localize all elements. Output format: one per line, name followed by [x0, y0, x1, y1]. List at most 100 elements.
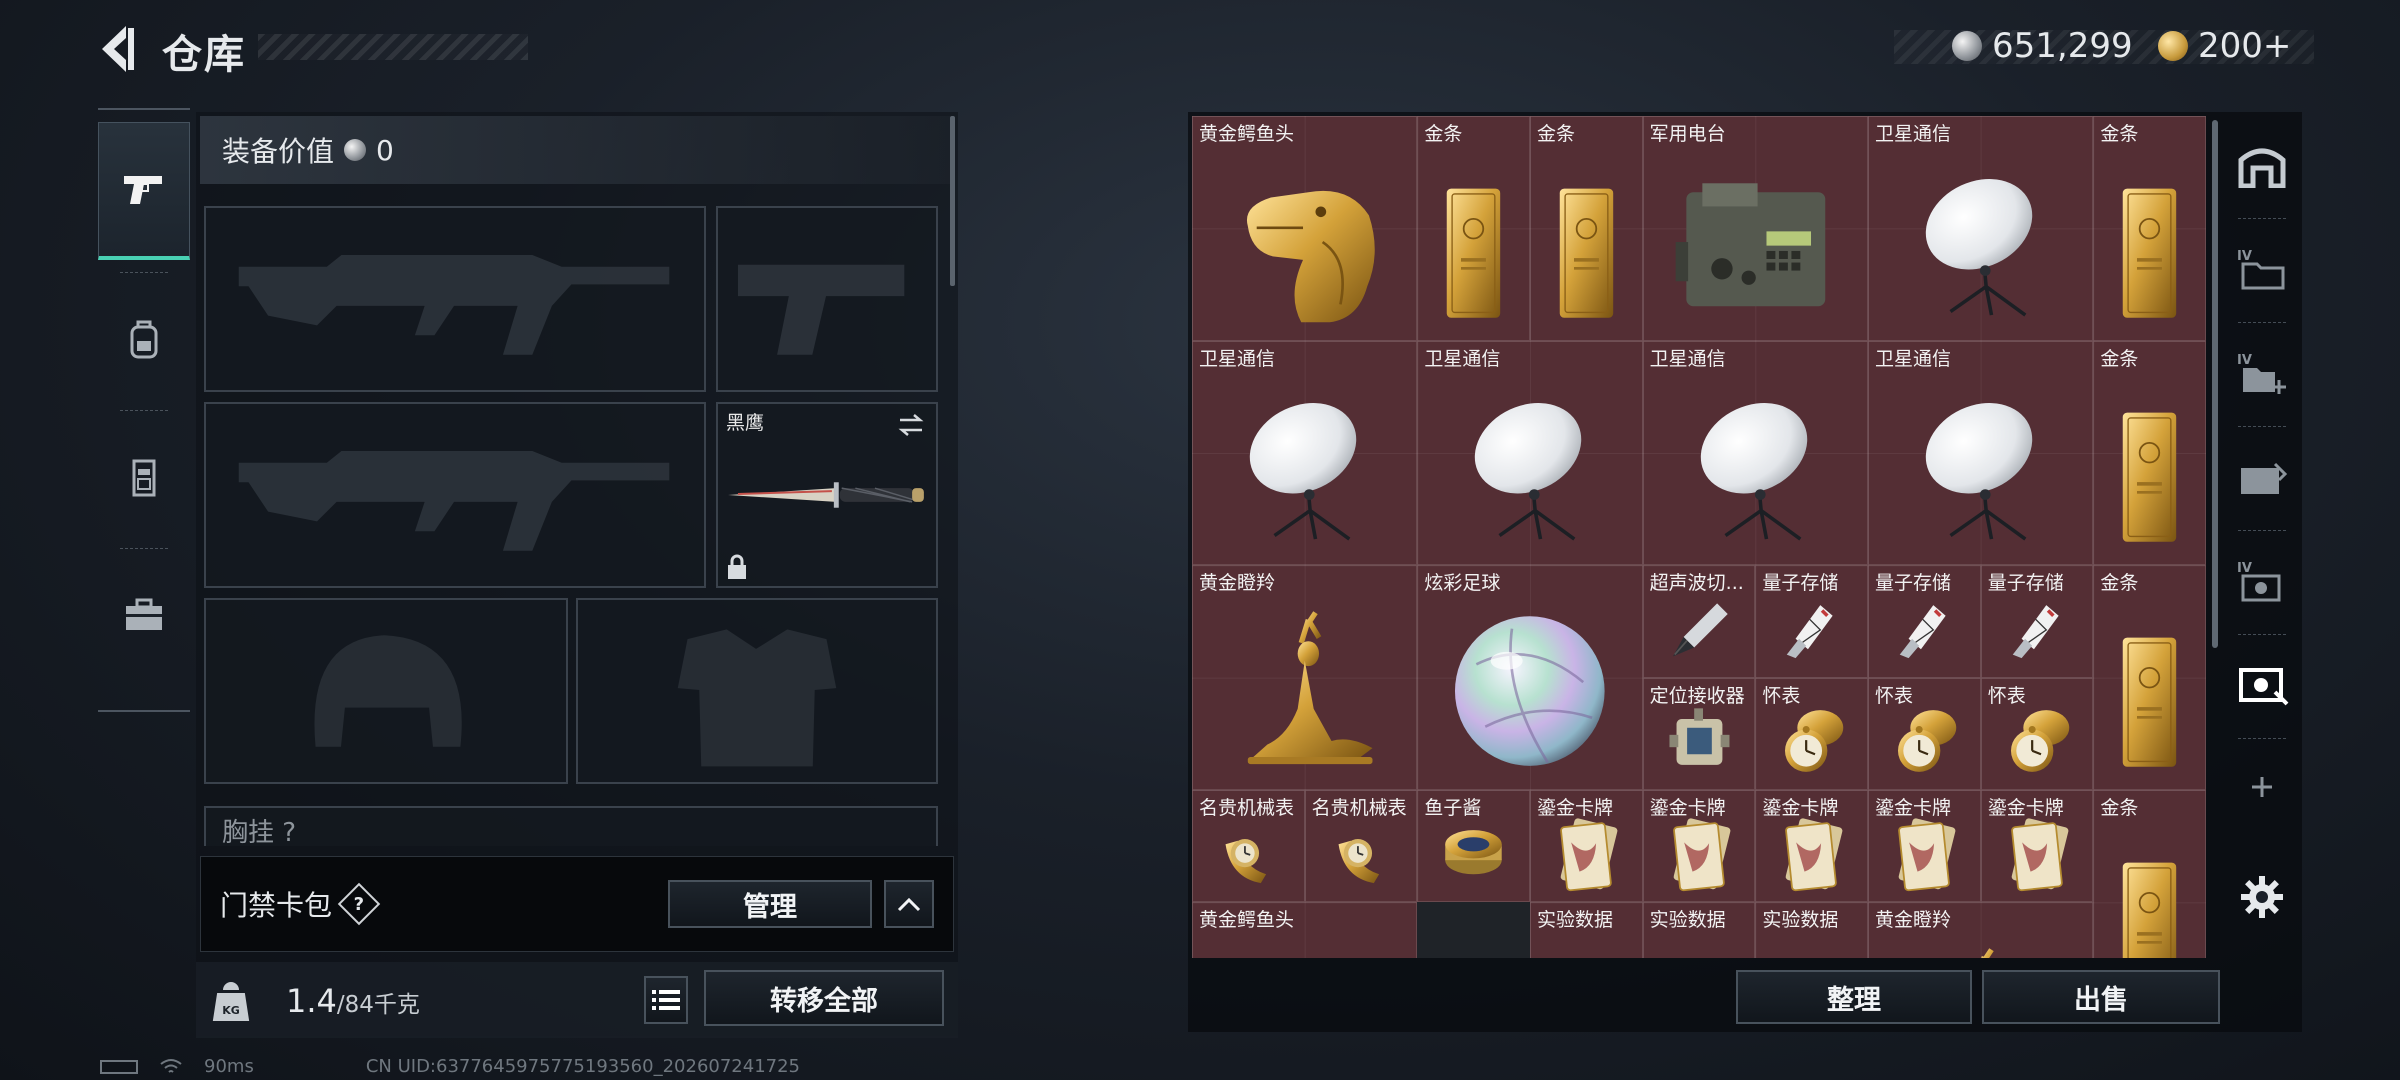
- stash-item-name: 鎏金卡牌: [1987, 796, 2064, 819]
- stash-item-pocket-watch[interactable]: 怀表: [1980, 677, 2094, 790]
- caviar-tin-icon: [1427, 809, 1520, 897]
- stash-item-data-disc[interactable]: 实验数据: [1530, 902, 1643, 958]
- stash-item-gold-croc-head[interactable]: 黄金鳄鱼头: [1192, 116, 1418, 341]
- stash-item-quantum-storage[interactable]: 量子存储: [1755, 565, 1868, 678]
- stash-item-name: 怀表: [1875, 684, 1914, 707]
- equipment-value-label: 装备价值: [222, 135, 335, 168]
- stash-item-gilded-card[interactable]: 鎏金卡牌: [1530, 789, 1643, 903]
- svg-text:IV: IV: [2237, 249, 2252, 264]
- stash-item-satellite-dish[interactable]: 卫星通信: [1417, 340, 1643, 566]
- helmet-slot[interactable]: [204, 598, 568, 784]
- stash-item-gilded-card[interactable]: 鎏金卡牌: [1642, 789, 1756, 903]
- stash-item-iridescent-ball[interactable]: 炫彩足球: [1417, 565, 1643, 790]
- stash-page-current-tab[interactable]: [2228, 640, 2296, 730]
- secondary-weapon-slot[interactable]: [204, 402, 706, 588]
- stash-item-gilded-card[interactable]: 鎏金卡牌: [1868, 789, 1981, 903]
- stash-item-pocket-watch[interactable]: 怀表: [1755, 677, 1868, 790]
- stash-item-gps-receiver[interactable]: 定位接收器: [1642, 677, 1756, 790]
- svg-text:IV: IV: [2237, 353, 2252, 368]
- stash-item-name: 定位接收器: [1649, 684, 1745, 707]
- stash-item-gold-bar[interactable]: 金条: [2093, 789, 2206, 958]
- stash-scrollbar[interactable]: [2212, 120, 2218, 648]
- armor-slot[interactable]: [576, 598, 938, 784]
- stash-item-name: 怀表: [1987, 684, 2026, 707]
- stash-item-gold-bar[interactable]: 金条: [2093, 565, 2206, 790]
- satellite-dish-icon: [1887, 377, 2075, 555]
- stash-item-gilded-card[interactable]: 鎏金卡牌: [1980, 789, 2094, 903]
- stash-home-tab[interactable]: [2228, 120, 2296, 210]
- manage-button[interactable]: 管理: [668, 880, 872, 928]
- category-case[interactable]: [98, 546, 190, 684]
- pistol-icon: [124, 175, 162, 204]
- stash-item-satellite-dish[interactable]: 卫星通信: [1192, 340, 1418, 566]
- stash-page-4b-tab[interactable]: IV: [2228, 328, 2296, 418]
- stash-page-4c-tab[interactable]: IV: [2228, 536, 2296, 626]
- stash-item-quantum-storage[interactable]: 量子存储: [1868, 565, 1981, 678]
- stash-item-name: 鎏金卡牌: [1649, 796, 1726, 819]
- equipment-scrollbar[interactable]: [950, 116, 955, 286]
- add-stash-page-button[interactable]: [2228, 742, 2296, 832]
- stash-item-data-disc[interactable]: 实验数据: [1755, 902, 1868, 958]
- gold-gazelle-icon: [1211, 602, 1399, 780]
- stash-item-satellite-dish[interactable]: 卫星通信: [1868, 340, 2094, 566]
- stash-item-name: 卫星通信: [1424, 347, 1501, 370]
- stash-item-gold-gazelle[interactable]: 黄金瞪羚: [1192, 565, 1418, 790]
- stash-item-caviar-tin[interactable]: 鱼子酱: [1417, 789, 1530, 903]
- sort-button[interactable]: 整理: [1736, 970, 1972, 1024]
- category-vest[interactable]: [98, 408, 190, 546]
- stash-item-name: 实验数据: [1762, 909, 1839, 932]
- stash-item-satellite-dish[interactable]: 卫星通信: [1642, 340, 1868, 566]
- stash-item-name: 黄金鳄鱼头: [1199, 909, 1295, 932]
- sell-button[interactable]: 出售: [1982, 970, 2220, 1024]
- stash-item-name: 鎏金卡牌: [1875, 796, 1952, 819]
- list-view-button[interactable]: [644, 976, 688, 1024]
- stash-item-luxury-watch[interactable]: 名贵机械表: [1304, 789, 1418, 903]
- gold-bar-icon: [2103, 377, 2196, 555]
- plus-icon: [2252, 777, 2272, 797]
- gold-croc-head-icon: [1211, 939, 1399, 958]
- settings-button[interactable]: [2228, 852, 2296, 942]
- rifle-silhouette-icon: [238, 450, 670, 551]
- folder-add-icon: IV: [2237, 353, 2286, 394]
- back-arrow-icon[interactable]: [96, 22, 144, 76]
- stash-item-quantum-storage[interactable]: 量子存储: [1980, 565, 2094, 678]
- coin-balance[interactable]: 651,299: [1952, 26, 2133, 66]
- stash-item-satellite-dish[interactable]: 卫星通信: [1868, 116, 2094, 341]
- gold-bar-icon: [2103, 602, 2196, 780]
- ticket-balance[interactable]: 200+: [2158, 26, 2291, 66]
- stash-item-gilded-card[interactable]: 鎏金卡牌: [1755, 789, 1868, 903]
- empty-stash-cell[interactable]: [1417, 902, 1530, 958]
- category-weapons[interactable]: [98, 122, 190, 260]
- quantum-storage-icon: [1878, 584, 1971, 672]
- stash-page-tools-tab[interactable]: [2228, 432, 2296, 522]
- stash-item-luxury-watch[interactable]: 名贵机械表: [1192, 789, 1305, 903]
- help-icon[interactable]: ?: [337, 882, 381, 926]
- wifi-icon: [160, 1058, 182, 1073]
- transfer-all-button[interactable]: 转移全部: [704, 970, 944, 1026]
- chest-rig-slot[interactable]: [204, 806, 938, 846]
- stash-item-name: 金条: [2100, 796, 2139, 819]
- status-strip: 90ms CN UID:6377645975775193560_20260724…: [100, 1056, 800, 1077]
- stash-page-4a-tab[interactable]: IV: [2228, 224, 2296, 314]
- stash-item-gold-croc-head[interactable]: 黄金鳄鱼头: [1192, 902, 1418, 958]
- stash-item-gold-bar[interactable]: 金条: [1417, 116, 1530, 341]
- stash-item-pocket-watch[interactable]: 怀表: [1868, 677, 1981, 790]
- gold-bar-icon: [2103, 153, 2196, 331]
- stash-item-gold-gazelle[interactable]: 黄金瞪羚: [1868, 902, 2094, 958]
- expand-up-button[interactable]: [884, 880, 934, 928]
- quantum-storage-icon: [1991, 584, 2084, 672]
- category-backpack[interactable]: [98, 270, 190, 408]
- luxury-watch-icon: [1315, 809, 1408, 897]
- stash-item-military-radio[interactable]: 军用电台: [1642, 116, 1868, 341]
- primary-weapon-slot[interactable]: [204, 206, 706, 392]
- stash-item-gold-bar[interactable]: 金条: [2093, 116, 2206, 341]
- stash-item-ultrasonic-cutter[interactable]: 超声波切...: [1642, 565, 1756, 678]
- pistol-slot[interactable]: [716, 206, 938, 392]
- melee-slot[interactable]: 黑鹰: [716, 402, 938, 588]
- stash-item-data-disc[interactable]: 实验数据: [1642, 902, 1756, 958]
- silver-coin-icon: [1952, 31, 1982, 61]
- stash-item-gold-bar[interactable]: 金条: [1530, 116, 1643, 341]
- quantum-storage-icon: [1765, 584, 1858, 672]
- stash-item-name: 卫星通信: [1199, 347, 1276, 370]
- stash-item-gold-bar[interactable]: 金条: [2093, 340, 2206, 566]
